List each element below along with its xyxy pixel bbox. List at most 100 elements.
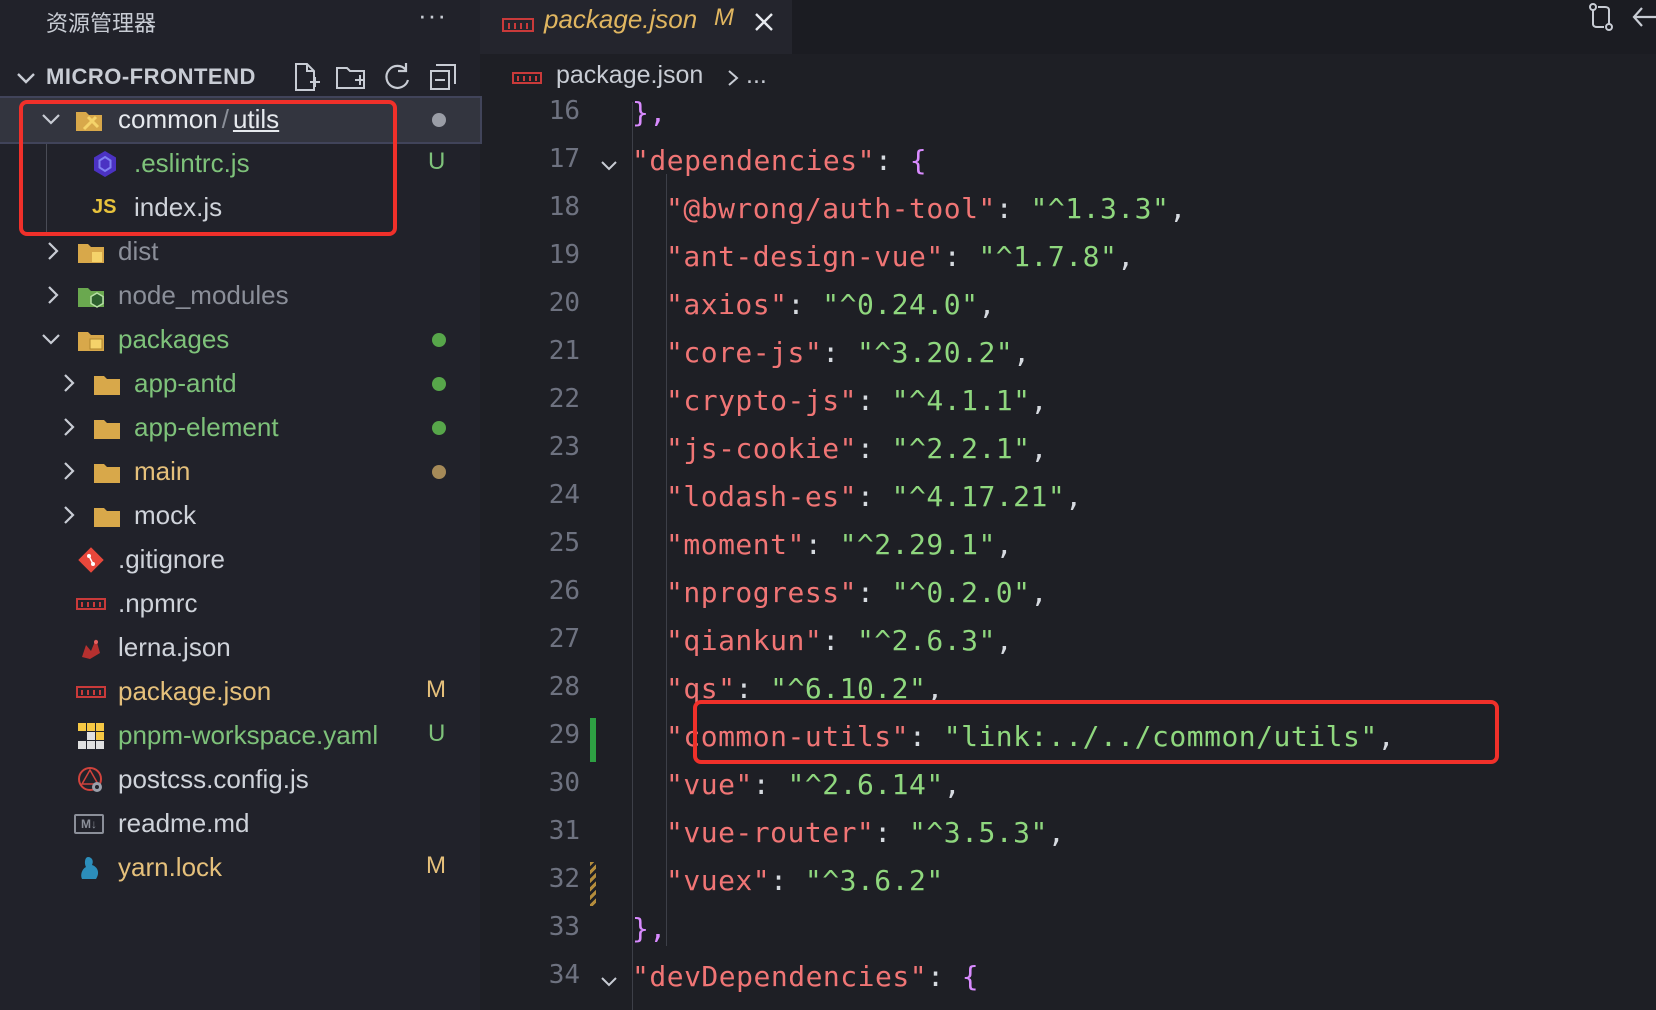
colon: : bbox=[875, 144, 910, 177]
tree-folder-packages[interactable]: packages bbox=[0, 318, 480, 362]
colon: : bbox=[735, 672, 771, 705]
code-text: }, bbox=[632, 96, 667, 129]
close-icon[interactable] bbox=[752, 10, 776, 34]
comma: , bbox=[1065, 480, 1083, 513]
status-dot bbox=[432, 377, 446, 391]
breadcrumb-more[interactable]: ... bbox=[746, 61, 767, 90]
code-text: "qs": "^6.10.2", bbox=[666, 672, 944, 705]
status-dot bbox=[432, 421, 446, 435]
collapse-all-icon[interactable] bbox=[426, 60, 460, 94]
tree-folder-node-modules[interactable]: node_modules bbox=[0, 274, 480, 318]
tab-modified-badge: M bbox=[714, 4, 734, 31]
line-number: 30 bbox=[548, 768, 580, 798]
git-status-badge: M bbox=[426, 676, 446, 703]
json-string-value: "^3.5.3" bbox=[909, 816, 1048, 849]
workspace-section-header[interactable]: MICRO-FRONTEND bbox=[0, 58, 480, 98]
chevron-right-icon bbox=[64, 506, 75, 524]
line-number: 18 bbox=[548, 192, 580, 222]
colon: : bbox=[804, 528, 840, 561]
json-string-value: "^3.6.2" bbox=[804, 864, 944, 897]
more-actions-icon[interactable]: ··· bbox=[418, 0, 447, 31]
file-label: lerna.json bbox=[118, 632, 231, 662]
code-line: 31 "vue-router": "^3.5.3", bbox=[480, 812, 1656, 860]
json-key: "ant-design-vue" bbox=[666, 240, 944, 273]
fold-chevron-icon[interactable] bbox=[598, 970, 620, 992]
comma: , bbox=[943, 768, 962, 801]
json-string-value: "^2.6.3" bbox=[856, 624, 996, 657]
tree-folder-app-element[interactable]: app-element bbox=[0, 406, 480, 450]
new-folder-icon[interactable] bbox=[334, 60, 368, 94]
code-text: "vue-router": "^3.5.3", bbox=[666, 816, 1065, 849]
code-line: 29 "common-utils": "link:../../common/uti… bbox=[480, 716, 1656, 764]
tree-folder-mock[interactable]: mock bbox=[0, 494, 480, 538]
comma: , bbox=[1030, 432, 1048, 465]
code-line: 17 "dependencies": { bbox=[480, 140, 1656, 188]
path-separator: / bbox=[221, 104, 229, 134]
explorer-titlebar: 资源管理器 ··· bbox=[0, 0, 480, 40]
json-key: "@bwrong/auth-tool" bbox=[666, 192, 996, 225]
tree-file-index-js[interactable]: JS index.js bbox=[0, 186, 480, 230]
git-icon bbox=[78, 547, 104, 573]
comma: , bbox=[926, 672, 944, 705]
new-file-icon[interactable] bbox=[288, 60, 322, 94]
folder-label: node_modules bbox=[118, 280, 289, 310]
line-number: 19 bbox=[548, 240, 580, 270]
chevron-down-icon[interactable] bbox=[14, 66, 38, 90]
comma: , bbox=[1117, 240, 1135, 273]
tree-folder-dist[interactable]: dist bbox=[0, 230, 480, 274]
tree-file-pnpm-workspace[interactable]: pnpm-workspace.yaml U bbox=[0, 714, 480, 758]
colon: : bbox=[787, 288, 823, 321]
file-label: .gitignore bbox=[118, 544, 225, 574]
go-back-icon[interactable] bbox=[1630, 0, 1656, 34]
tree-file-package-json[interactable]: package.json M bbox=[0, 670, 480, 714]
json-key: "vue" bbox=[666, 768, 753, 801]
breadcrumb-file[interactable]: package.json bbox=[556, 61, 703, 90]
tree-file-eslintrc[interactable]: .eslintrc.js U bbox=[0, 142, 480, 186]
file-label: pnpm-workspace.yaml bbox=[118, 720, 379, 750]
code-text: "vue": "^2.6.14", bbox=[666, 768, 961, 801]
git-status-badge: U bbox=[428, 720, 446, 747]
comma: , bbox=[1169, 192, 1187, 225]
json-string-value: "^0.24.0" bbox=[822, 288, 979, 321]
code-text: }, bbox=[632, 912, 667, 945]
json-string-value: "^6.10.2" bbox=[770, 672, 927, 705]
code-line: 25 "moment": "^2.29.1", bbox=[480, 524, 1656, 572]
json-key: "axios" bbox=[666, 288, 788, 321]
tree-file-readme[interactable]: M↓ readme.md bbox=[0, 802, 480, 846]
code-editor[interactable]: 16}, 17 "dependencies": {18 "@bwrong/auth-t… bbox=[480, 92, 1656, 1010]
colon: : bbox=[927, 960, 962, 993]
json-string-value: "^3.20.2" bbox=[856, 336, 1014, 369]
tree-file-gitignore[interactable]: .gitignore bbox=[0, 538, 480, 582]
folder-icon bbox=[94, 376, 120, 395]
tree-folder-common-utils[interactable]: common / utils bbox=[0, 96, 482, 144]
folder-icon bbox=[94, 464, 120, 483]
line-number: 27 bbox=[548, 624, 580, 654]
refresh-icon[interactable] bbox=[380, 60, 414, 94]
code-text: "lodash-es": "^4.17.21", bbox=[666, 480, 1083, 513]
comma: , bbox=[1030, 576, 1048, 609]
comma: , bbox=[1047, 816, 1066, 849]
tree-folder-app-antd[interactable]: app-antd bbox=[0, 362, 480, 406]
tab-package-json[interactable]: package.json M bbox=[480, 0, 792, 54]
tree-file-postcss-config[interactable]: postcss.config.js bbox=[0, 758, 480, 802]
line-number: 23 bbox=[548, 432, 580, 462]
nodejs-folder-icon bbox=[78, 288, 104, 308]
folder-label: app-antd bbox=[134, 368, 237, 398]
code-text: "nprogress": "^0.2.0", bbox=[666, 576, 1048, 609]
colon: : bbox=[856, 432, 892, 465]
compare-changes-icon[interactable] bbox=[1584, 0, 1618, 34]
workspace-title: MICRO-FRONTEND bbox=[46, 64, 256, 89]
folder-label-utils: utils bbox=[232, 104, 280, 134]
code-line: 20 "axios": "^0.24.0", bbox=[480, 284, 1656, 332]
chevron-right-icon bbox=[728, 70, 739, 86]
code-text: "dependencies": { bbox=[632, 144, 927, 177]
tree-folder-main[interactable]: main bbox=[0, 450, 480, 494]
utils-folder-icon bbox=[76, 112, 102, 131]
code-line: 18 "@bwrong/auth-tool": "^1.3.3", bbox=[480, 188, 1656, 236]
eslint-icon bbox=[94, 151, 116, 177]
fold-chevron-icon[interactable] bbox=[598, 154, 620, 176]
json-key: "vue-router" bbox=[666, 816, 875, 849]
tree-file-npmrc[interactable]: .npmrc bbox=[0, 582, 480, 626]
tree-file-yarn-lock[interactable]: yarn.lock M bbox=[0, 846, 480, 890]
tree-file-lerna[interactable]: lerna.json bbox=[0, 626, 480, 670]
